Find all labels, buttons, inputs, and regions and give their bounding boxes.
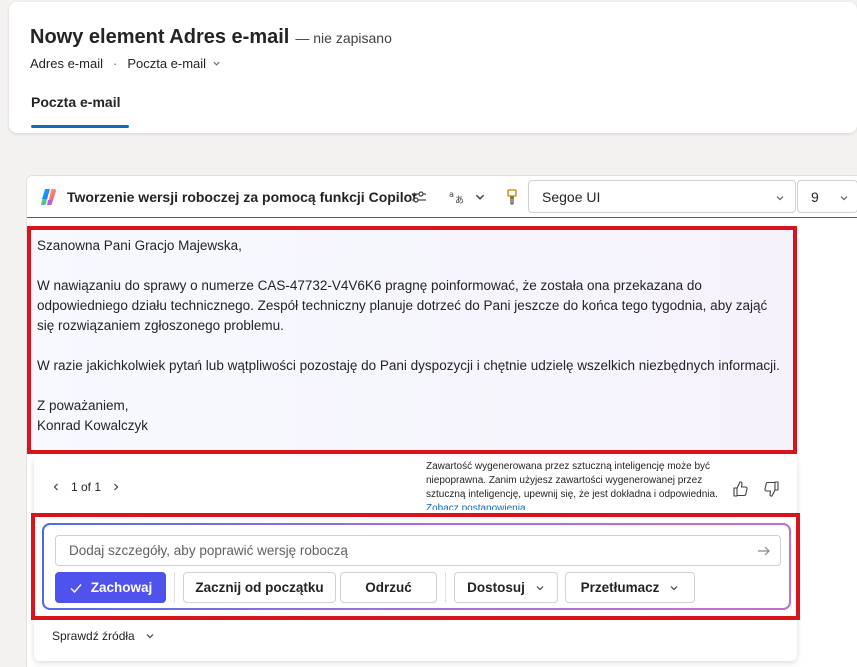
draft-greeting: Szanowna Pani Gracjo Majewska,	[37, 238, 242, 253]
page-title: Nowy element Adres e-mail	[30, 26, 290, 48]
active-tab-indicator	[31, 125, 129, 128]
adjust-button[interactable]: Dostosuj	[454, 572, 558, 603]
send-arrow-icon[interactable]	[756, 543, 772, 559]
chevron-down-icon[interactable]	[469, 186, 491, 208]
draft-content[interactable]: Szanowna Pani Gracjo Majewska, W nawiąza…	[27, 226, 797, 454]
refine-placeholder: Dodaj szczegóły, aby poprawić wersję rob…	[69, 543, 348, 558]
draft-paragraph-1: W nawiązaniu do sprawy o numerze CAS-477…	[37, 278, 768, 333]
start-over-label: Zacznij od początku	[195, 580, 324, 595]
refine-box: Dodaj szczegóły, aby poprawić wersję rob…	[42, 523, 791, 610]
checkmark-icon	[70, 583, 82, 593]
translate-label: Przetłumacz	[580, 580, 660, 595]
save-status: — nie zapisano	[295, 30, 392, 46]
thumbs-up-icon[interactable]	[731, 480, 749, 498]
font-family-value: Segoe UI	[542, 188, 601, 205]
chevron-down-icon	[776, 196, 784, 201]
breadcrumb-separator: ·	[112, 56, 118, 71]
svg-text:a: a	[449, 190, 454, 199]
chevron-down-icon	[146, 634, 154, 639]
discard-label: Odrzuć	[365, 580, 412, 595]
next-draft-button[interactable]	[109, 480, 123, 494]
chevron-right-icon	[114, 483, 119, 491]
form-header: Nowy element Adres e-mail — nie zapisano…	[9, 2, 857, 133]
disclaimer-text: Zawartość wygenerowana przez sztuczną in…	[426, 461, 718, 500]
refine-actions: Zachowaj Zacznij od początku Odrzuć Dost…	[55, 572, 695, 603]
font-size-select[interactable]: 9	[797, 180, 857, 213]
start-over-button[interactable]: Zacznij od początku	[183, 572, 336, 603]
email-editor: Tworzenie wersji roboczej za pomocą funk…	[26, 175, 857, 667]
draft-pager: 1 of 1	[49, 480, 123, 494]
tab-poczta-email[interactable]: Poczta e-mail	[31, 94, 120, 110]
keep-label: Zachowaj	[90, 580, 153, 595]
svg-text:あ: あ	[455, 195, 464, 206]
ai-disclaimer: Zawartość wygenerowana przez sztuczną in…	[426, 460, 726, 510]
copilot-icon	[41, 189, 56, 205]
draft-paragraph-2: W razie jakichkolwiek pytań lub wątpliwo…	[37, 358, 780, 373]
chevron-down-icon	[670, 585, 678, 590]
previous-draft-button[interactable]	[49, 480, 63, 494]
terms-link[interactable]: Zobacz postanowienia	[426, 502, 726, 510]
translate-icon[interactable]: aあ	[445, 186, 467, 208]
chevron-down-icon	[536, 585, 544, 590]
copilot-title: Tworzenie wersji roboczej za pomocą funk…	[67, 189, 417, 205]
divider	[174, 572, 175, 603]
format-painter-icon[interactable]	[501, 186, 523, 208]
font-size-value: 9	[811, 188, 819, 205]
editor-toolbar: Tworzenie wersji roboczej za pomocą funk…	[27, 176, 857, 218]
font-family-select[interactable]: Segoe UI	[528, 180, 796, 213]
refine-input[interactable]: Dodaj szczegóły, aby poprawić wersję rob…	[55, 535, 781, 566]
draft-signature: Konrad Kowalczyk	[37, 418, 149, 433]
check-sources-toggle[interactable]: Sprawdź źródła	[52, 629, 155, 643]
pager-text: 1 of 1	[71, 480, 102, 494]
chevron-left-icon	[53, 483, 58, 491]
refine-section: Dodaj szczegóły, aby poprawić wersję rob…	[31, 513, 800, 620]
divider	[445, 572, 446, 603]
adjust-label: Dostosuj	[467, 580, 525, 595]
chevron-down-icon[interactable]	[212, 59, 221, 68]
thumbs-down-icon[interactable]	[763, 480, 781, 498]
discard-button[interactable]: Odrzuć	[340, 572, 437, 603]
breadcrumb: Adres e-mail · Poczta e-mail	[30, 56, 221, 71]
form-selector[interactable]: Poczta e-mail	[127, 56, 206, 71]
sliders-icon[interactable]	[408, 186, 430, 208]
breadcrumb-entity: Adres e-mail	[30, 56, 103, 71]
translate-button[interactable]: Przetłumacz	[565, 572, 695, 603]
check-sources-label: Sprawdź źródła	[52, 629, 135, 643]
draft-closing: Z poważaniem,	[37, 398, 129, 413]
keep-button[interactable]: Zachowaj	[55, 572, 166, 603]
chevron-down-icon	[840, 196, 848, 201]
title-row: Nowy element Adres e-mail — nie zapisano	[30, 26, 392, 49]
